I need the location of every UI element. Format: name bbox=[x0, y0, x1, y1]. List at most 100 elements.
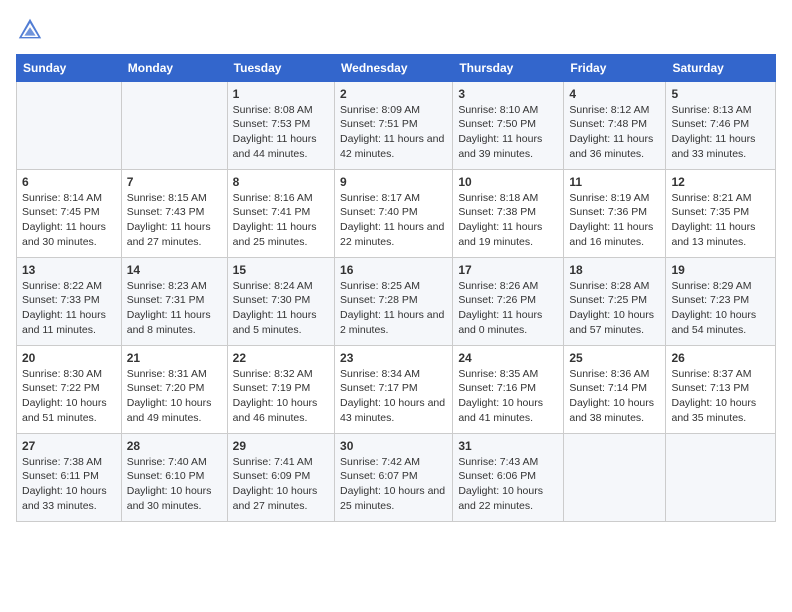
calendar-cell bbox=[666, 434, 776, 522]
day-number: 1 bbox=[233, 86, 329, 103]
calendar-cell bbox=[121, 82, 227, 170]
calendar-cell: 4Sunrise: 8:12 AM Sunset: 7:48 PM Daylig… bbox=[564, 82, 666, 170]
day-info: Sunrise: 8:24 AM Sunset: 7:30 PM Dayligh… bbox=[233, 279, 329, 338]
day-info: Sunrise: 8:23 AM Sunset: 7:31 PM Dayligh… bbox=[127, 279, 222, 338]
day-info: Sunrise: 8:10 AM Sunset: 7:50 PM Dayligh… bbox=[458, 103, 558, 162]
day-info: Sunrise: 8:14 AM Sunset: 7:45 PM Dayligh… bbox=[22, 191, 116, 250]
calendar-cell bbox=[564, 434, 666, 522]
page-header bbox=[16, 16, 776, 44]
calendar-cell: 16Sunrise: 8:25 AM Sunset: 7:28 PM Dayli… bbox=[335, 258, 453, 346]
calendar-week-row: 13Sunrise: 8:22 AM Sunset: 7:33 PM Dayli… bbox=[17, 258, 776, 346]
day-number: 11 bbox=[569, 174, 660, 191]
day-info: Sunrise: 8:21 AM Sunset: 7:35 PM Dayligh… bbox=[671, 191, 770, 250]
calendar-cell: 15Sunrise: 8:24 AM Sunset: 7:30 PM Dayli… bbox=[227, 258, 334, 346]
day-info: Sunrise: 7:43 AM Sunset: 6:06 PM Dayligh… bbox=[458, 455, 558, 514]
day-number: 12 bbox=[671, 174, 770, 191]
weekday-header: Wednesday bbox=[335, 55, 453, 82]
day-info: Sunrise: 8:18 AM Sunset: 7:38 PM Dayligh… bbox=[458, 191, 558, 250]
day-number: 10 bbox=[458, 174, 558, 191]
day-number: 14 bbox=[127, 262, 222, 279]
day-info: Sunrise: 8:12 AM Sunset: 7:48 PM Dayligh… bbox=[569, 103, 660, 162]
calendar-cell: 25Sunrise: 8:36 AM Sunset: 7:14 PM Dayli… bbox=[564, 346, 666, 434]
day-info: Sunrise: 8:16 AM Sunset: 7:41 PM Dayligh… bbox=[233, 191, 329, 250]
day-number: 26 bbox=[671, 350, 770, 367]
calendar-cell: 9Sunrise: 8:17 AM Sunset: 7:40 PM Daylig… bbox=[335, 170, 453, 258]
weekday-header: Saturday bbox=[666, 55, 776, 82]
day-number: 15 bbox=[233, 262, 329, 279]
calendar-cell: 26Sunrise: 8:37 AM Sunset: 7:13 PM Dayli… bbox=[666, 346, 776, 434]
day-info: Sunrise: 8:26 AM Sunset: 7:26 PM Dayligh… bbox=[458, 279, 558, 338]
day-number: 25 bbox=[569, 350, 660, 367]
day-info: Sunrise: 8:34 AM Sunset: 7:17 PM Dayligh… bbox=[340, 367, 447, 426]
day-number: 7 bbox=[127, 174, 222, 191]
day-number: 27 bbox=[22, 438, 116, 455]
day-info: Sunrise: 8:32 AM Sunset: 7:19 PM Dayligh… bbox=[233, 367, 329, 426]
day-number: 9 bbox=[340, 174, 447, 191]
day-number: 6 bbox=[22, 174, 116, 191]
day-info: Sunrise: 8:17 AM Sunset: 7:40 PM Dayligh… bbox=[340, 191, 447, 250]
day-number: 8 bbox=[233, 174, 329, 191]
calendar-cell: 2Sunrise: 8:09 AM Sunset: 7:51 PM Daylig… bbox=[335, 82, 453, 170]
day-number: 5 bbox=[671, 86, 770, 103]
day-number: 16 bbox=[340, 262, 447, 279]
day-info: Sunrise: 7:41 AM Sunset: 6:09 PM Dayligh… bbox=[233, 455, 329, 514]
day-number: 21 bbox=[127, 350, 222, 367]
day-number: 3 bbox=[458, 86, 558, 103]
calendar-cell: 21Sunrise: 8:31 AM Sunset: 7:20 PM Dayli… bbox=[121, 346, 227, 434]
calendar-cell: 29Sunrise: 7:41 AM Sunset: 6:09 PM Dayli… bbox=[227, 434, 334, 522]
day-info: Sunrise: 8:37 AM Sunset: 7:13 PM Dayligh… bbox=[671, 367, 770, 426]
calendar-table: SundayMondayTuesdayWednesdayThursdayFrid… bbox=[16, 54, 776, 522]
calendar-cell: 28Sunrise: 7:40 AM Sunset: 6:10 PM Dayli… bbox=[121, 434, 227, 522]
calendar-cell: 8Sunrise: 8:16 AM Sunset: 7:41 PM Daylig… bbox=[227, 170, 334, 258]
day-info: Sunrise: 8:09 AM Sunset: 7:51 PM Dayligh… bbox=[340, 103, 447, 162]
calendar-cell: 6Sunrise: 8:14 AM Sunset: 7:45 PM Daylig… bbox=[17, 170, 122, 258]
calendar-cell: 1Sunrise: 8:08 AM Sunset: 7:53 PM Daylig… bbox=[227, 82, 334, 170]
weekday-header: Thursday bbox=[453, 55, 564, 82]
day-info: Sunrise: 7:42 AM Sunset: 6:07 PM Dayligh… bbox=[340, 455, 447, 514]
day-number: 29 bbox=[233, 438, 329, 455]
day-info: Sunrise: 8:35 AM Sunset: 7:16 PM Dayligh… bbox=[458, 367, 558, 426]
day-number: 17 bbox=[458, 262, 558, 279]
day-info: Sunrise: 8:25 AM Sunset: 7:28 PM Dayligh… bbox=[340, 279, 447, 338]
calendar-cell: 17Sunrise: 8:26 AM Sunset: 7:26 PM Dayli… bbox=[453, 258, 564, 346]
day-info: Sunrise: 7:40 AM Sunset: 6:10 PM Dayligh… bbox=[127, 455, 222, 514]
calendar-cell: 5Sunrise: 8:13 AM Sunset: 7:46 PM Daylig… bbox=[666, 82, 776, 170]
calendar-cell: 27Sunrise: 7:38 AM Sunset: 6:11 PM Dayli… bbox=[17, 434, 122, 522]
logo-icon bbox=[16, 16, 44, 44]
calendar-cell: 30Sunrise: 7:42 AM Sunset: 6:07 PM Dayli… bbox=[335, 434, 453, 522]
day-number: 13 bbox=[22, 262, 116, 279]
day-info: Sunrise: 7:38 AM Sunset: 6:11 PM Dayligh… bbox=[22, 455, 116, 514]
day-info: Sunrise: 8:29 AM Sunset: 7:23 PM Dayligh… bbox=[671, 279, 770, 338]
day-info: Sunrise: 8:22 AM Sunset: 7:33 PM Dayligh… bbox=[22, 279, 116, 338]
day-info: Sunrise: 8:19 AM Sunset: 7:36 PM Dayligh… bbox=[569, 191, 660, 250]
day-number: 18 bbox=[569, 262, 660, 279]
day-info: Sunrise: 8:31 AM Sunset: 7:20 PM Dayligh… bbox=[127, 367, 222, 426]
calendar-week-row: 27Sunrise: 7:38 AM Sunset: 6:11 PM Dayli… bbox=[17, 434, 776, 522]
calendar-cell: 18Sunrise: 8:28 AM Sunset: 7:25 PM Dayli… bbox=[564, 258, 666, 346]
calendar-cell: 22Sunrise: 8:32 AM Sunset: 7:19 PM Dayli… bbox=[227, 346, 334, 434]
day-info: Sunrise: 8:28 AM Sunset: 7:25 PM Dayligh… bbox=[569, 279, 660, 338]
weekday-header: Friday bbox=[564, 55, 666, 82]
calendar-week-row: 20Sunrise: 8:30 AM Sunset: 7:22 PM Dayli… bbox=[17, 346, 776, 434]
logo bbox=[16, 16, 48, 44]
calendar-cell: 13Sunrise: 8:22 AM Sunset: 7:33 PM Dayli… bbox=[17, 258, 122, 346]
weekday-header-row: SundayMondayTuesdayWednesdayThursdayFrid… bbox=[17, 55, 776, 82]
weekday-header: Tuesday bbox=[227, 55, 334, 82]
day-number: 19 bbox=[671, 262, 770, 279]
day-info: Sunrise: 8:36 AM Sunset: 7:14 PM Dayligh… bbox=[569, 367, 660, 426]
day-number: 30 bbox=[340, 438, 447, 455]
day-number: 2 bbox=[340, 86, 447, 103]
calendar-cell: 7Sunrise: 8:15 AM Sunset: 7:43 PM Daylig… bbox=[121, 170, 227, 258]
calendar-week-row: 6Sunrise: 8:14 AM Sunset: 7:45 PM Daylig… bbox=[17, 170, 776, 258]
day-number: 28 bbox=[127, 438, 222, 455]
calendar-cell bbox=[17, 82, 122, 170]
day-info: Sunrise: 8:30 AM Sunset: 7:22 PM Dayligh… bbox=[22, 367, 116, 426]
day-number: 31 bbox=[458, 438, 558, 455]
weekday-header: Monday bbox=[121, 55, 227, 82]
calendar-cell: 20Sunrise: 8:30 AM Sunset: 7:22 PM Dayli… bbox=[17, 346, 122, 434]
calendar-cell: 12Sunrise: 8:21 AM Sunset: 7:35 PM Dayli… bbox=[666, 170, 776, 258]
calendar-cell: 23Sunrise: 8:34 AM Sunset: 7:17 PM Dayli… bbox=[335, 346, 453, 434]
calendar-week-row: 1Sunrise: 8:08 AM Sunset: 7:53 PM Daylig… bbox=[17, 82, 776, 170]
day-number: 20 bbox=[22, 350, 116, 367]
calendar-cell: 19Sunrise: 8:29 AM Sunset: 7:23 PM Dayli… bbox=[666, 258, 776, 346]
